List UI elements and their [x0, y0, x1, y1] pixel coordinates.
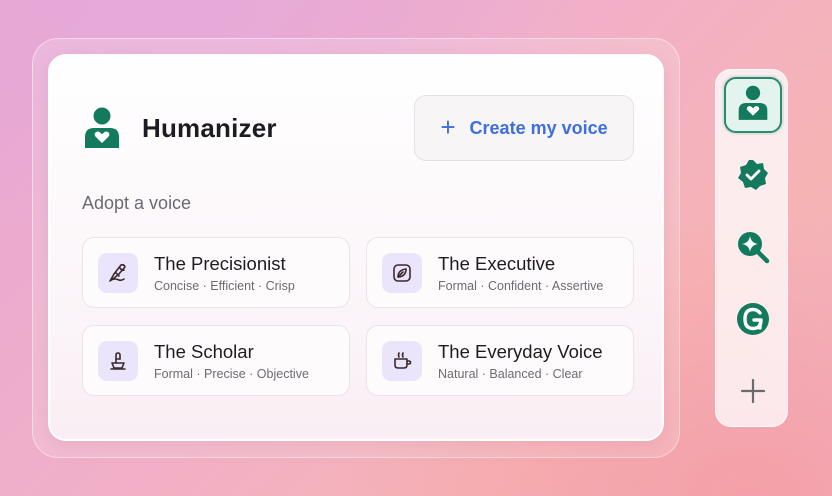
- sidebar-item-ai-search[interactable]: [724, 221, 782, 277]
- create-voice-button[interactable]: + Create my voice: [414, 95, 634, 161]
- voice-card-executive[interactable]: The Executive Formal · Confident · Asser…: [366, 237, 634, 308]
- sidebar-item-humanizer[interactable]: [724, 77, 782, 133]
- humanizer-icon: [82, 106, 122, 150]
- brand-header: Humanizer: [82, 106, 277, 150]
- voice-card-precisionist[interactable]: The Precisionist Concise · Efficient · C…: [82, 237, 350, 308]
- voice-tags: Formal · Precise · Objective: [154, 366, 309, 381]
- tool-sidebar: [715, 69, 788, 427]
- pen-nib-icon: [98, 252, 138, 293]
- humanizer-icon: [737, 85, 769, 126]
- sidebar-item-grammarly[interactable]: [724, 293, 782, 349]
- plus-icon: +: [440, 111, 456, 142]
- voice-tags: Natural · Balanced · Clear: [438, 366, 583, 381]
- voice-tags: Formal · Confident · Assertive: [438, 278, 604, 293]
- humanizer-card: Humanizer + Create my voice Adopt a voic…: [48, 54, 664, 441]
- voice-title: The Executive: [438, 252, 556, 274]
- voice-title: The Scholar: [154, 340, 254, 362]
- leaf-icon: [382, 252, 422, 293]
- voice-title: The Everyday Voice: [438, 340, 603, 362]
- coffee-cup-icon: [382, 340, 422, 381]
- ai-search-icon: [736, 230, 770, 269]
- sidebar-item-verify[interactable]: [724, 149, 782, 205]
- voice-tags: Concise · Efficient · Crisp: [154, 278, 295, 293]
- grammarly-icon: [736, 302, 770, 341]
- sidebar-item-add[interactable]: [724, 365, 782, 421]
- quill-icon: [98, 340, 138, 381]
- plus-icon: [739, 377, 767, 410]
- voice-title: The Precisionist: [154, 252, 286, 274]
- verified-badge-icon: [737, 159, 769, 196]
- create-voice-label: Create my voice: [469, 117, 608, 138]
- voice-card-everyday[interactable]: The Everyday Voice Natural · Balanced · …: [366, 325, 634, 396]
- app-title: Humanizer: [142, 112, 277, 143]
- section-label: Adopt a voice: [82, 193, 192, 213]
- voice-card-scholar[interactable]: The Scholar Formal · Precise · Objective: [82, 325, 350, 396]
